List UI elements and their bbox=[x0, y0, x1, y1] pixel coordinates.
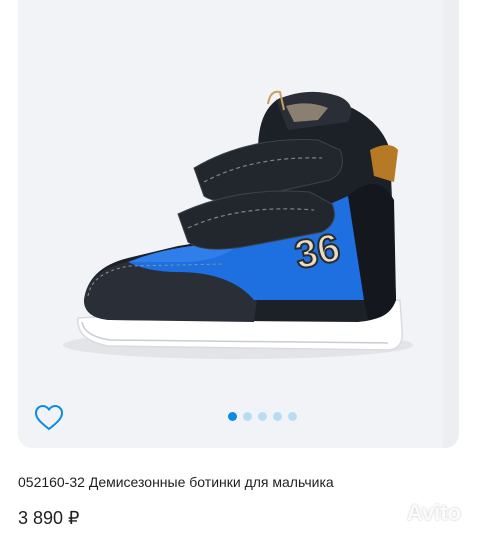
watermark-text: Avito bbox=[406, 500, 461, 525]
gallery-pagination bbox=[228, 412, 297, 421]
product-photo[interactable]: 36 bbox=[18, 0, 459, 448]
watermark: Avito bbox=[373, 500, 461, 526]
avito-logo-icon bbox=[374, 504, 398, 523]
pagination-dot[interactable] bbox=[258, 412, 267, 421]
heart-outline-icon[interactable] bbox=[34, 404, 64, 432]
listing-price: 3 890 ₽ bbox=[18, 508, 80, 528]
product-image-card[interactable]: 36 bbox=[18, 0, 459, 448]
pagination-dot[interactable] bbox=[228, 412, 237, 421]
pagination-dot[interactable] bbox=[273, 412, 282, 421]
pagination-dot[interactable] bbox=[243, 412, 252, 421]
shoe-badge-number: 36 bbox=[291, 225, 344, 277]
pagination-dot[interactable] bbox=[288, 412, 297, 421]
next-image-peek[interactable] bbox=[443, 0, 459, 448]
listing-title[interactable]: 052160-32 Демисезонные ботинки для мальч… bbox=[18, 474, 334, 490]
